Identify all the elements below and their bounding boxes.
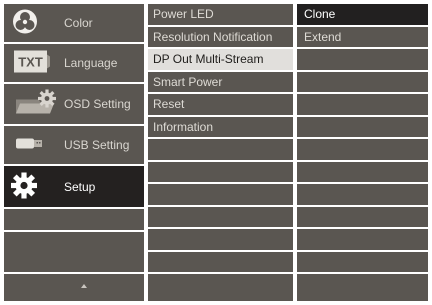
option-empty-row bbox=[297, 274, 428, 301]
main-menu-label-language: Language bbox=[64, 56, 118, 70]
setup-item-label: Resolution Notification bbox=[153, 29, 273, 44]
setup-item-dp-out-multi-stream[interactable]: DP Out Multi-Stream bbox=[148, 49, 293, 70]
setup-empty-row bbox=[148, 251, 293, 272]
osd-setting-icon bbox=[14, 88, 60, 121]
option-empty-row bbox=[297, 49, 428, 70]
option-empty-row bbox=[297, 184, 428, 205]
color-icon bbox=[12, 9, 38, 38]
setup-empty-row bbox=[148, 184, 293, 205]
main-menu-label-color: Color bbox=[64, 16, 93, 30]
osd-menu: Color TXT Language OSD Setting USB Setti… bbox=[0, 0, 432, 305]
usb-setting-icon bbox=[16, 137, 44, 154]
main-menu-label-usb-setting: USB Setting bbox=[64, 138, 130, 152]
up-arrow-icon[interactable] bbox=[81, 284, 87, 288]
option-label: Extend bbox=[304, 29, 342, 44]
option-label: Clone bbox=[304, 7, 336, 22]
setup-empty-row bbox=[148, 229, 293, 250]
main-menu: Color TXT Language OSD Setting USB Setti… bbox=[4, 4, 144, 301]
option-list: Clone Extend bbox=[297, 4, 428, 301]
setup-empty-row bbox=[148, 206, 293, 227]
setup-item-smart-power[interactable]: Smart Power bbox=[148, 71, 293, 92]
setup-item-power-led[interactable]: Power LED bbox=[148, 4, 293, 25]
option-empty-row bbox=[297, 206, 428, 227]
option-empty-row bbox=[297, 161, 428, 182]
option-empty-row bbox=[297, 116, 428, 137]
setup-item-reset[interactable]: Reset bbox=[148, 94, 293, 115]
option-empty-row bbox=[297, 251, 428, 272]
main-menu-empty-row bbox=[4, 209, 144, 230]
main-menu-label-setup: Setup bbox=[64, 179, 96, 194]
option-clone[interactable]: Clone bbox=[297, 4, 428, 25]
language-icon-text: TXT bbox=[18, 55, 43, 70]
main-menu-item-language[interactable]: TXT Language bbox=[4, 44, 144, 82]
setup-item-label: DP Out Multi-Stream bbox=[153, 52, 264, 67]
main-menu-label-osd-setting: OSD Setting bbox=[64, 97, 131, 111]
main-menu-item-setup[interactable]: Setup bbox=[4, 166, 144, 207]
main-menu-item-color[interactable]: Color bbox=[4, 4, 144, 42]
gear-icon bbox=[10, 171, 38, 202]
setup-empty-row bbox=[148, 161, 293, 182]
main-menu-scroll-up[interactable] bbox=[4, 274, 144, 301]
option-empty-row bbox=[297, 139, 428, 160]
language-icon: TXT bbox=[14, 50, 50, 76]
option-empty-row bbox=[297, 71, 428, 92]
setup-item-label: Smart Power bbox=[153, 74, 223, 89]
setup-item-label: Reset bbox=[153, 97, 185, 112]
option-empty-row bbox=[297, 94, 428, 115]
setup-item-information[interactable]: Information bbox=[148, 116, 293, 137]
main-menu-empty-row bbox=[4, 232, 144, 272]
option-empty-row bbox=[297, 229, 428, 250]
option-extend[interactable]: Extend bbox=[297, 26, 428, 47]
main-menu-item-usb-setting[interactable]: USB Setting bbox=[4, 126, 144, 164]
main-menu-item-osd-setting[interactable]: OSD Setting bbox=[4, 84, 144, 124]
setup-item-label: Power LED bbox=[153, 7, 214, 22]
setup-item-resolution-notification[interactable]: Resolution Notification bbox=[148, 26, 293, 47]
setup-empty-row bbox=[148, 274, 293, 301]
setup-menu: Power LED Resolution Notification DP Out… bbox=[148, 4, 293, 301]
setup-item-label: Information bbox=[153, 119, 214, 134]
setup-empty-row bbox=[148, 139, 293, 160]
